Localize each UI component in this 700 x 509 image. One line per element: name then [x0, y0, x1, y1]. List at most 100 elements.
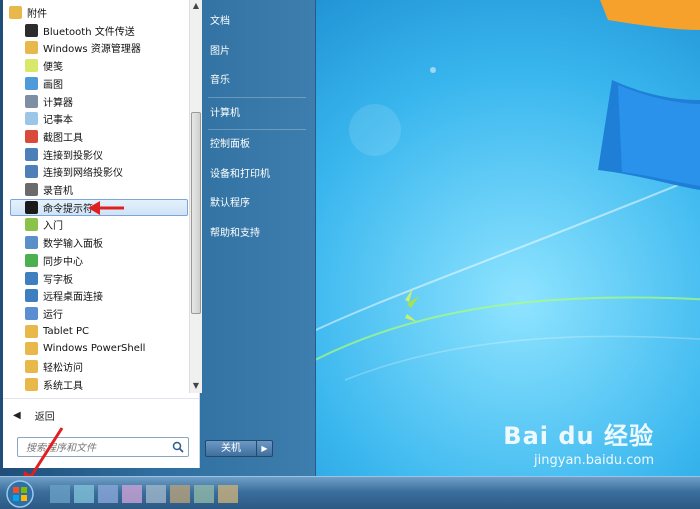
- folder-icon: [9, 6, 22, 19]
- taskbar-app-icon[interactable]: [194, 485, 214, 503]
- right-item-devices-printers[interactable]: 设备和打印机: [210, 165, 270, 185]
- back-label: 返回: [34, 411, 55, 423]
- red-annotation-arrow-icon: [88, 201, 124, 215]
- program-item[interactable]: 记事本: [25, 110, 73, 127]
- math-input-icon: [25, 236, 38, 250]
- program-item-label: 入门: [43, 221, 63, 233]
- program-item[interactable]: Bluetooth 文件传送: [25, 22, 135, 39]
- program-item-label: 连接到投影仪: [43, 150, 103, 162]
- program-item[interactable]: 计算器: [25, 93, 73, 110]
- program-item-label: 记事本: [43, 115, 73, 127]
- right-item-music[interactable]: 音乐: [210, 71, 230, 91]
- folder-icon: [25, 324, 38, 338]
- taskbar-app-icon[interactable]: [146, 485, 166, 503]
- run-icon: [25, 306, 38, 320]
- right-item-computer[interactable]: 计算机: [210, 104, 240, 124]
- program-item[interactable]: 连接到投影仪: [25, 146, 103, 163]
- explorer-icon: [25, 41, 38, 55]
- folder-icon: [25, 342, 38, 356]
- program-item[interactable]: 远程桌面连接: [25, 287, 103, 304]
- back-arrow-icon: ◀: [13, 409, 21, 421]
- taskbar-app-icon[interactable]: [122, 485, 142, 503]
- program-item[interactable]: 同步中心: [25, 252, 83, 269]
- program-item[interactable]: 录音机: [25, 181, 73, 198]
- snipping-tool-icon: [25, 129, 38, 143]
- divider: [208, 97, 306, 98]
- program-item[interactable]: 写字板: [25, 270, 73, 287]
- program-item-label: 附件: [27, 9, 47, 20]
- program-item-label: 轻松访问: [43, 363, 83, 374]
- right-item-default-programs[interactable]: 默认程序: [210, 194, 250, 214]
- program-item-label: 数学输入面板: [43, 239, 103, 251]
- program-item[interactable]: 运行: [25, 305, 63, 322]
- program-item-label: Windows PowerShell: [43, 343, 146, 355]
- divider: [208, 129, 306, 130]
- getting-started-icon: [25, 218, 38, 232]
- program-item-label: Tablet PC: [43, 325, 89, 337]
- sync-center-icon: [25, 253, 38, 267]
- program-item[interactable]: 系统工具: [25, 376, 83, 393]
- program-item-label: 写字板: [43, 274, 73, 286]
- program-item[interactable]: 截图工具: [25, 128, 83, 145]
- calculator-icon: [25, 94, 38, 108]
- network-projector-icon: [25, 165, 38, 179]
- paint-icon: [25, 76, 38, 90]
- bluetooth-icon: [25, 23, 38, 37]
- program-item-label: 截图工具: [43, 132, 83, 144]
- folder-icon: [25, 377, 38, 391]
- program-item[interactable]: 入门: [25, 216, 63, 233]
- projector-icon: [25, 147, 38, 161]
- watermark-logo: Bai du 经验: [503, 422, 654, 450]
- taskbar-app-icon[interactable]: [74, 485, 94, 503]
- program-item-label: Bluetooth 文件传送: [43, 26, 135, 38]
- start-menu: 附件 Bluetooth 文件传送 Windows 资源管理器 便笺画图计算器记事本截…: [0, 0, 316, 476]
- start-button-icon[interactable]: [4, 480, 36, 508]
- windows-flag-logo: [598, 0, 700, 190]
- search-icon[interactable]: [172, 441, 184, 453]
- right-item-pictures[interactable]: 图片: [210, 42, 230, 62]
- program-item[interactable]: 连接到网络投影仪: [25, 163, 123, 180]
- program-item-label: 计算器: [43, 97, 73, 109]
- taskbar-app-icon[interactable]: [170, 485, 190, 503]
- wordpad-icon: [25, 271, 38, 285]
- program-item-label: 系统工具: [43, 380, 83, 392]
- folder-icon: [25, 360, 38, 373]
- microphone-icon: [25, 183, 38, 196]
- program-item[interactable]: Tablet PC: [25, 323, 89, 340]
- right-item-control-panel[interactable]: 控制面板: [210, 135, 250, 155]
- notepad-icon: [25, 112, 38, 126]
- program-item[interactable]: Windows 资源管理器: [25, 39, 141, 56]
- program-item-label: 运行: [43, 309, 63, 321]
- program-item-label: Windows 资源管理器: [43, 44, 141, 56]
- program-item[interactable]: 数学输入面板: [25, 234, 103, 251]
- right-item-documents[interactable]: 文档: [210, 12, 230, 32]
- remote-desktop-icon: [25, 289, 38, 303]
- program-item[interactable]: 轻松访问: [25, 358, 83, 375]
- start-menu-right-pane: 文档 图片 音乐 计算机 控制面板 设备和打印机 默认程序 帮助和支持: [200, 0, 315, 476]
- shutdown-button[interactable]: 关机: [205, 440, 257, 457]
- watermark-url: jingyan.baidu.com: [534, 453, 654, 468]
- sticky-notes-icon: [25, 59, 38, 73]
- program-item-label: 同步中心: [43, 256, 83, 268]
- taskbar-app-icon[interactable]: [218, 485, 238, 503]
- program-item-label: 录音机: [43, 186, 73, 197]
- leaf-icon: [405, 288, 419, 322]
- program-item-label: 便笺: [43, 62, 63, 74]
- shutdown-group: 关机 ▶: [205, 440, 273, 457]
- cmd-icon: [25, 200, 38, 214]
- taskbar-app-icon[interactable]: [98, 485, 118, 503]
- program-item[interactable]: 画图: [25, 75, 63, 92]
- shutdown-options-arrow-icon[interactable]: ▶: [257, 440, 273, 457]
- program-item-label: 远程桌面连接: [43, 292, 103, 304]
- program-item[interactable]: 便笺: [25, 57, 63, 74]
- start-menu-left-pane: 附件 Bluetooth 文件传送 Windows 资源管理器 便笺画图计算器记事本截…: [3, 0, 202, 468]
- program-item-label: 画图: [43, 79, 63, 91]
- baidu-jingyan-watermark: Bai du 经验 jingyan.baidu.com: [503, 416, 654, 468]
- program-item[interactable]: 附件: [9, 4, 47, 21]
- taskbar-pinned-apps: [50, 485, 238, 503]
- all-programs-list: 附件 Bluetooth 文件传送 Windows 资源管理器 便笺画图计算器记事本截…: [3, 0, 189, 393]
- program-item-label: 连接到网络投影仪: [43, 168, 123, 180]
- right-item-help-support[interactable]: 帮助和支持: [210, 224, 260, 244]
- program-item[interactable]: Windows PowerShell: [25, 340, 145, 357]
- taskbar-app-icon[interactable]: [50, 485, 70, 503]
